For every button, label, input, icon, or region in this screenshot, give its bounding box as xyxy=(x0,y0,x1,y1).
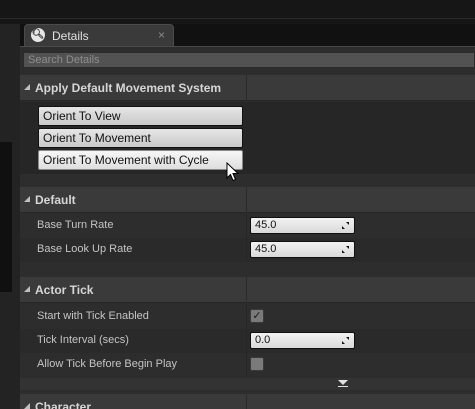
mouse-cursor-icon xyxy=(226,162,240,182)
start-with-tick-checkbox[interactable]: ✓ xyxy=(250,309,264,323)
property-label: Base Look Up Rate xyxy=(37,243,133,255)
column-divider xyxy=(246,329,247,353)
property-row-base-turn-rate: Base Turn Rate 45.0 xyxy=(20,214,475,238)
drag-spin-icon[interactable] xyxy=(341,221,350,230)
orient-to-view-button[interactable]: Orient To View xyxy=(38,106,243,126)
property-label: Tick Interval (secs) xyxy=(37,334,129,346)
tab-details[interactable]: 🔍︎ Details × xyxy=(24,24,174,46)
expand-advanced-icon xyxy=(338,380,348,385)
top-editor-strip xyxy=(0,0,475,24)
category-title: Actor Tick xyxy=(35,283,94,297)
allow-tick-before-begin-play-checkbox[interactable] xyxy=(250,357,264,371)
expand-advanced-bar xyxy=(338,386,348,387)
drag-spin-icon[interactable] xyxy=(341,245,350,254)
property-label: Base Turn Rate xyxy=(37,219,114,231)
orient-to-movement-with-cycle-button[interactable]: Orient To Movement with Cycle xyxy=(38,150,243,170)
category-title: Apply Default Movement System xyxy=(35,81,222,95)
tick-interval-field[interactable]: 0.0 xyxy=(250,332,355,349)
column-divider xyxy=(246,277,247,303)
movement-buttons-area: Orient To View Orient To Movement Orient… xyxy=(20,102,475,174)
property-row-start-with-tick: Start with Tick Enabled ✓ xyxy=(20,305,475,329)
search-input[interactable]: Search Details xyxy=(23,52,475,68)
expanded-arrow-icon xyxy=(24,286,30,292)
editor-window: 🔍︎ Details × Search Details Apply Defaul… xyxy=(0,0,475,409)
advanced-expander[interactable] xyxy=(20,378,475,390)
orient-to-movement-button[interactable]: Orient To Movement xyxy=(38,128,243,148)
details-magnifier-icon: 🔍︎ xyxy=(31,28,45,42)
column-divider xyxy=(246,394,247,409)
base-turn-rate-field[interactable]: 45.0 xyxy=(250,217,355,234)
strip-seam xyxy=(0,18,475,19)
column-divider xyxy=(246,187,247,213)
details-panel: Search Details Apply Default Movement Sy… xyxy=(20,46,475,409)
property-row-tick-interval: Tick Interval (secs) 0.0 xyxy=(20,329,475,353)
viewport-dark-region xyxy=(0,142,12,292)
property-row-allow-tick-before-begin-play: Allow Tick Before Begin Play xyxy=(20,353,475,377)
expanded-arrow-icon xyxy=(24,84,30,90)
category-apply-default-movement[interactable]: Apply Default Movement System xyxy=(20,75,475,101)
drag-spin-icon[interactable] xyxy=(341,336,350,345)
category-title: Character xyxy=(35,400,92,409)
column-divider xyxy=(246,305,247,329)
category-actor-tick[interactable]: Actor Tick xyxy=(20,277,475,303)
property-row-base-look-up-rate: Base Look Up Rate 45.0 xyxy=(20,238,475,262)
column-divider xyxy=(246,353,247,377)
expanded-arrow-icon xyxy=(24,196,30,202)
column-divider xyxy=(246,102,247,174)
base-look-up-rate-field[interactable]: 45.0 xyxy=(250,241,355,258)
close-icon[interactable]: × xyxy=(158,28,165,42)
tab-title: Details xyxy=(52,29,89,43)
property-label: Start with Tick Enabled xyxy=(37,310,149,322)
expanded-arrow-icon xyxy=(24,403,30,409)
category-default[interactable]: Default xyxy=(20,187,475,213)
field-value: 0.0 xyxy=(255,334,271,346)
column-divider xyxy=(246,238,247,262)
field-value: 45.0 xyxy=(255,243,277,255)
field-value: 45.0 xyxy=(255,219,277,231)
column-divider xyxy=(246,75,247,101)
category-title: Default xyxy=(35,193,76,207)
column-divider xyxy=(246,214,247,238)
category-character[interactable]: Character xyxy=(20,394,475,409)
viewport-edge xyxy=(0,24,21,409)
property-label: Allow Tick Before Begin Play xyxy=(37,358,178,370)
